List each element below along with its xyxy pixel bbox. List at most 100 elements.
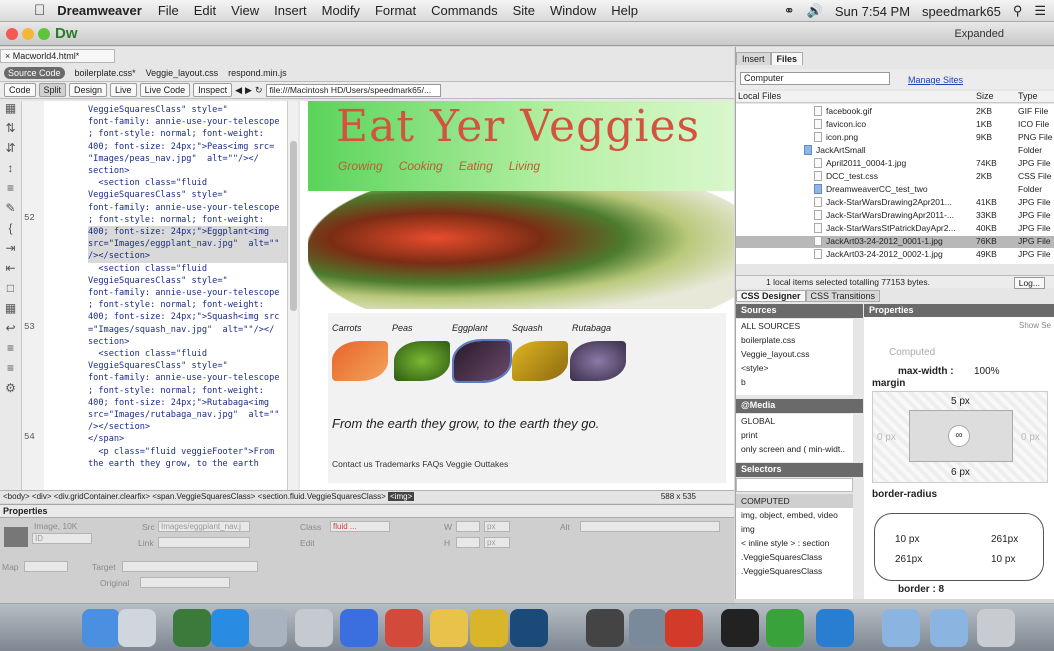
carrots-image[interactable] [332, 341, 388, 381]
width-field[interactable] [456, 521, 480, 532]
file-row[interactable]: Jack-StarWarsDrawingApr2011-... 33KB JPG F… [736, 210, 1054, 222]
sources-list[interactable]: ALL SOURCES boilerplate.css Veggie_layout.… [736, 319, 853, 395]
code-line[interactable]: src="Images/rutabaga_nav.jpg" alt="" [88, 409, 287, 421]
code-line[interactable]: 400; font-size: 24px;">Eggplant<img [88, 226, 287, 239]
code-line[interactable]: "Images/peas_nav.jpg" alt=""/></ [88, 153, 287, 165]
peas-image[interactable] [394, 341, 450, 381]
code-line[interactable]: 400; font-size: 24px;">Rutabaga<img [88, 397, 287, 409]
documents-folder-icon[interactable] [930, 609, 968, 647]
log-button[interactable]: Log... [1013, 277, 1045, 289]
format-icon[interactable]: ≡ [0, 341, 21, 361]
code-line[interactable]: ; font-style: normal; font-weight: [88, 128, 287, 140]
code-line[interactable]: <section class="fluid [88, 177, 287, 189]
code-editor[interactable]: VeggieSquaresClass" style=" font-family: … [44, 101, 287, 500]
file-row[interactable]: JackArtSmall Folder [736, 145, 1054, 157]
related-source-code[interactable]: Source Code [4, 67, 65, 79]
footer-links[interactable]: Contact us Trademarks FAQs Veggie Outtak… [332, 459, 508, 469]
code-line[interactable]: 400; font-size: 24px;">Peas<img src= [88, 141, 287, 153]
menu-insert[interactable]: Insert [274, 3, 307, 18]
menu-site[interactable]: Site [513, 3, 535, 18]
forward-icon[interactable]: ▶ [245, 85, 252, 96]
selected-tag[interactable]: <img> [388, 492, 415, 501]
code-line[interactable]: <p class="fluid veggieFooter">From [88, 446, 287, 458]
code-line[interactable]: src="Images/eggplant_nav.jpg" alt="" [88, 238, 287, 251]
tab-css-designer[interactable]: CSS Designer [736, 290, 806, 302]
file-row[interactable]: Jack-StarWarsDrawing2Apr201... 41KB JPG Fi… [736, 197, 1054, 209]
apple-menu-icon[interactable]:  [34, 2, 45, 19]
menu-file[interactable]: File [158, 3, 179, 18]
split-view-button[interactable]: Split [38, 83, 67, 97]
syntax-icon[interactable]: { [0, 221, 21, 241]
wifi-icon[interactable]: ⚭ [784, 3, 795, 19]
max-width-value[interactable]: 100% [974, 366, 1000, 377]
selector-item[interactable]: COMPUTED [736, 494, 853, 508]
parallels-icon[interactable] [385, 609, 423, 647]
app-store-icon[interactable] [211, 609, 249, 647]
height-field[interactable] [456, 537, 480, 548]
quill-icon[interactable] [295, 609, 333, 647]
file-row[interactable]: icon.png 9KB PNG File [736, 132, 1054, 144]
margin-top[interactable]: 5 px [951, 396, 970, 407]
code-line[interactable]: /></section> [88, 421, 287, 433]
expand-icon[interactable]: ⇵ [0, 141, 21, 161]
highlight-icon[interactable]: ✎ [0, 201, 21, 221]
code-line[interactable]: ; font-style: normal; font-weight: [88, 299, 287, 311]
minimize-button[interactable] [22, 28, 34, 40]
code-line[interactable]: font-family: annie-use-your-telescope [88, 372, 287, 384]
source-item[interactable]: <style> [736, 361, 853, 375]
photos-icon[interactable] [173, 609, 211, 647]
file-row[interactable]: favicon.ico 1KB ICO File [736, 119, 1054, 131]
outdent-icon[interactable]: ⇤ [0, 261, 21, 281]
design-view[interactable]: Eat Yer Veggies Growing Cooking Eating L… [300, 101, 734, 500]
selector-item[interactable]: .VeggieSquaresClass [736, 564, 853, 578]
safari-icon[interactable] [816, 609, 854, 647]
tab-insert[interactable]: Insert [736, 52, 771, 65]
address-field[interactable]: file:///Macintosh HD/Users/speedmark65/.… [265, 83, 441, 97]
open-documents-icon[interactable]: ▦ [0, 101, 21, 121]
selector-item[interactable]: img, object, embed, video [736, 508, 853, 522]
code-line[interactable]: font-family: annie-use-your-telescope [88, 202, 287, 214]
menu-modify[interactable]: Modify [322, 3, 360, 18]
menu-window[interactable]: Window [550, 3, 596, 18]
code-line[interactable]: ; font-style: normal; font-weight: [88, 385, 287, 397]
site-select[interactable]: Computer [740, 72, 890, 85]
code-view-button[interactable]: Code [4, 83, 36, 97]
code-line[interactable]: the earth they grow, to the earth [88, 458, 287, 470]
nav-eating[interactable]: Eating [459, 159, 493, 173]
clock[interactable]: Sun 7:54 PM [835, 4, 910, 19]
radius-top-right[interactable]: 261px [991, 534, 1018, 545]
selector-item[interactable]: < inline style > : section [736, 536, 853, 550]
selector-filter[interactable] [736, 478, 853, 492]
move-css-icon[interactable]: ⚙ [0, 381, 21, 401]
list-icon[interactable]: ☰ [1034, 3, 1046, 19]
source-item[interactable]: boilerplate.css [736, 333, 853, 347]
manage-sites-link[interactable]: Manage Sites [908, 75, 963, 85]
code-scroll-thumb[interactable] [290, 141, 297, 311]
code-line[interactable]: VeggieSquaresClass" style=" [88, 275, 287, 287]
tag-path[interactable]: <body> <div> <div.gridContainer.clearfix… [3, 492, 386, 501]
volume-icon[interactable]: 🔊 [807, 3, 823, 19]
show-set-checkbox[interactable]: Show Se [1019, 321, 1051, 330]
related-respond[interactable]: respond.min.js [228, 68, 287, 78]
finder-icon[interactable] [82, 609, 120, 647]
camera-icon[interactable] [586, 609, 624, 647]
refresh-icon[interactable]: ↻ [255, 85, 263, 96]
file-row[interactable]: Jack-StarWarsStPatrickDayApr2... 40KB JPG … [736, 223, 1054, 235]
file-row[interactable]: April2011_0004-1.jpg 74KB JPG File [736, 158, 1054, 170]
workspace-switcher[interactable]: Expanded [954, 28, 1004, 40]
nav-living[interactable]: Living [509, 159, 540, 173]
link-icon[interactable]: ∞ [948, 425, 970, 447]
code-line[interactable]: <section class="fluid [88, 348, 287, 360]
margin-left[interactable]: 0 px [877, 432, 896, 443]
code-line[interactable]: VeggieSquaresClass" style=" [88, 189, 287, 201]
code-line[interactable]: 400; font-size: 24px;">Squash<img src [88, 311, 287, 323]
pineapple-icon[interactable] [470, 609, 508, 647]
file-row[interactable]: facebook.gif 2KB GIF File [736, 106, 1054, 118]
tab-css-transitions[interactable]: CSS Transitions [805, 290, 881, 302]
margin-right[interactable]: 0 px [1021, 432, 1040, 443]
eggplant-image[interactable] [452, 339, 512, 383]
src-field[interactable]: Images/eggplant_nav.j [158, 521, 250, 532]
trash-icon[interactable] [977, 609, 1015, 647]
dreamweaver-icon[interactable] [766, 609, 804, 647]
code-line[interactable]: VeggieSquaresClass" style=" [88, 360, 287, 372]
